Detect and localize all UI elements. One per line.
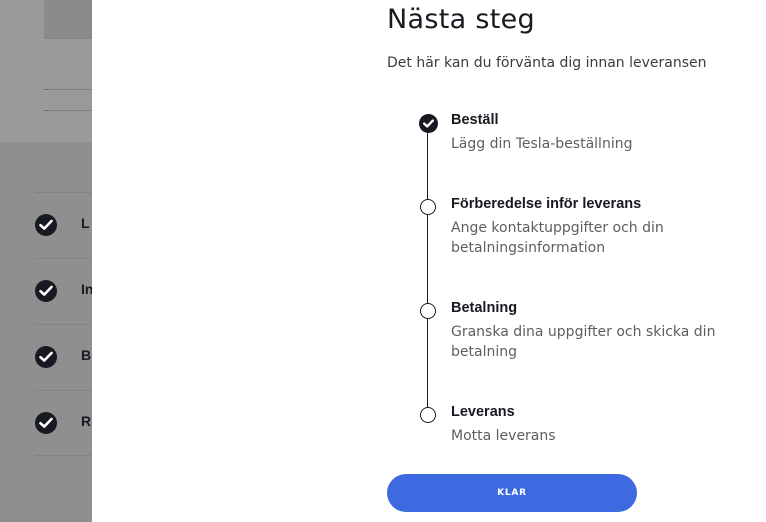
step-description: Granska dina uppgifter och skicka din be… [451,324,716,360]
background-divider [35,455,92,456]
check-circle-icon [35,214,57,236]
step-title: Leverans [451,404,515,420]
panel-title: Nästa steg [387,4,535,35]
background-list-item-label: L [81,215,90,231]
background-page: L In B R [0,0,92,522]
panel-subtitle: Det här kan du förvänta dig innan levera… [387,55,707,71]
background-list-item-label: R [81,413,92,429]
background-list-item: In [35,258,92,323]
step-description: Motta leverans [451,428,556,444]
background-list-item: B [35,324,92,389]
background-list-item: R [35,390,92,455]
empty-circle-icon [420,199,436,215]
background-divider [44,89,92,90]
background-top-bar [44,0,92,39]
step-description: Lägg din Tesla-beställning [451,136,633,152]
check-circle-icon [35,346,57,368]
done-button[interactable]: KLAR [387,474,637,512]
check-circle-icon [35,412,57,434]
background-list-item-label: B [81,347,92,363]
background-list-item-label: In [81,281,92,297]
background-divider [44,110,92,111]
timeline-line [427,122,428,414]
background-list-item: L [35,192,92,257]
check-circle-icon [419,114,438,133]
empty-circle-icon [420,407,436,423]
step-title: Beställ [451,112,499,128]
step-description: Ange kontaktuppgifter och din betalnings… [451,220,664,256]
step-title: Betalning [451,300,518,316]
next-steps-panel: Nästa steg Det här kan du förvänta dig i… [92,0,766,522]
check-circle-icon [35,280,57,302]
empty-circle-icon [420,303,436,319]
step-title: Förberedelse inför leverans [451,196,642,212]
